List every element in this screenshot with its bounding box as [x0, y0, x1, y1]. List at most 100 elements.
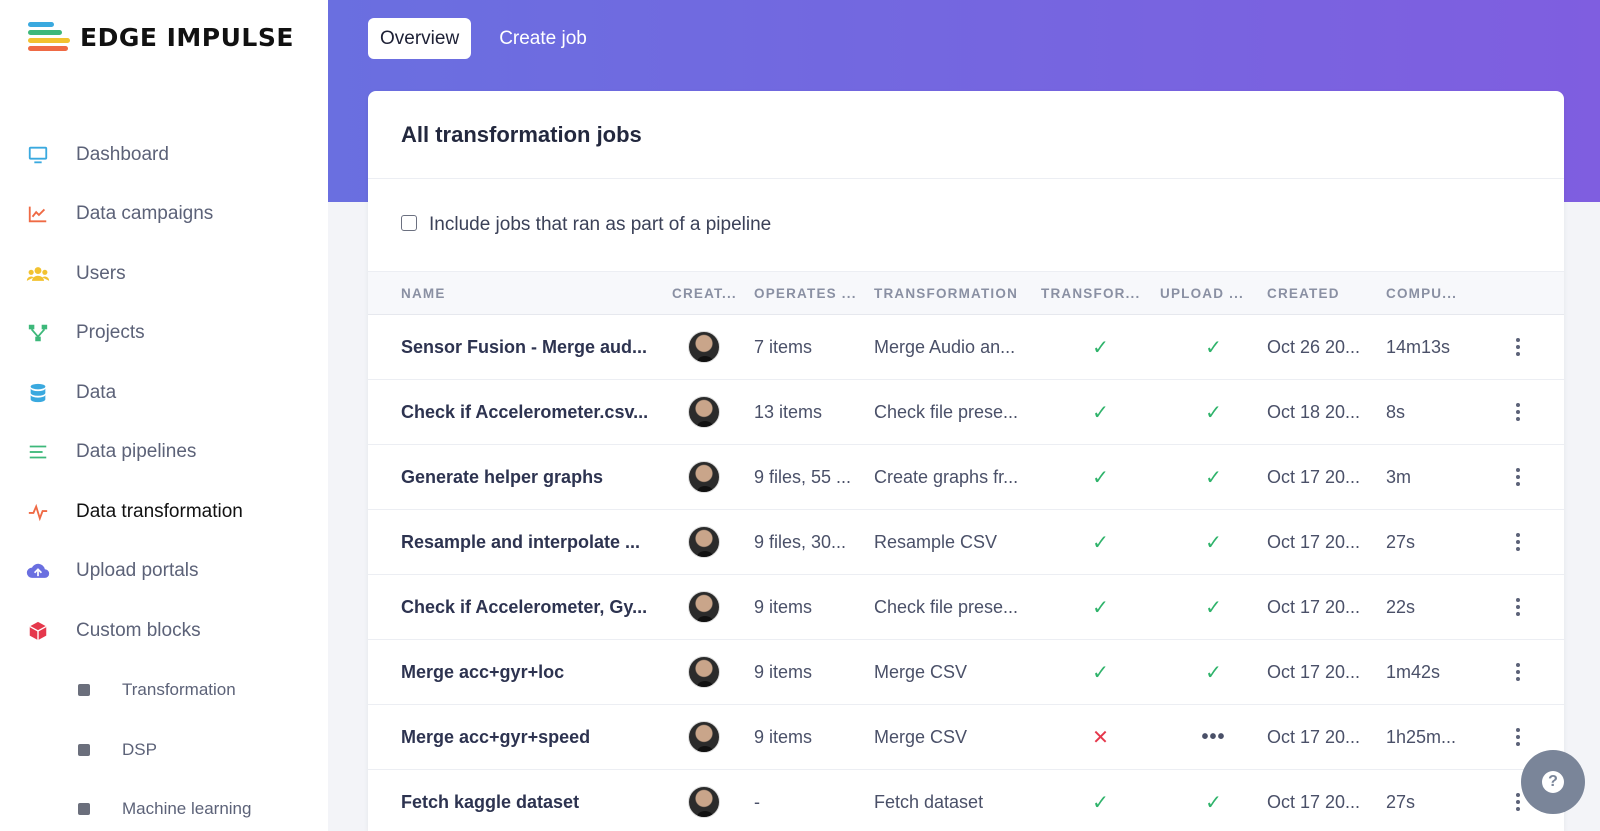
sidebar-subitem-transformation[interactable]: Transformation	[0, 661, 328, 721]
kebab-menu-icon[interactable]	[1508, 663, 1528, 681]
pipeline-filter-row: Include jobs that ran as part of a pipel…	[368, 179, 1564, 272]
upload-status-cell: ✓	[1160, 400, 1267, 425]
row-menu-cell	[1502, 728, 1542, 746]
job-name-link[interactable]: Merge acc+gyr+speed	[368, 727, 672, 748]
sidebar-item-data[interactable]: Data	[0, 363, 328, 423]
column-header[interactable]: COMPU...	[1386, 286, 1502, 301]
brand-logo[interactable]: EDGE IMPULSE	[28, 22, 294, 52]
job-name-link[interactable]: Merge acc+gyr+loc	[368, 662, 672, 683]
compute-time-cell: 3m	[1386, 466, 1412, 487]
job-name-link[interactable]: Check if Accelerometer.csv...	[368, 402, 672, 423]
card-title: All transformation jobs	[368, 91, 1564, 179]
sidebar-subitem-label: Machine learning	[122, 799, 252, 819]
sidebar-item-users[interactable]: Users	[0, 244, 328, 304]
transform-status-cell: ✓	[1041, 660, 1160, 685]
column-header[interactable]: UPLOAD ...	[1160, 286, 1267, 301]
pulse-icon	[26, 500, 50, 524]
kebab-menu-icon[interactable]	[1508, 598, 1528, 616]
transform-status-cell: ✓	[1041, 530, 1160, 555]
sidebar-item-projects[interactable]: Projects	[0, 304, 328, 364]
transformation-cell: Check file prese...	[874, 401, 1019, 422]
operates-on-cell: 9 items	[754, 661, 813, 682]
sidebar-item-dashboard[interactable]: Dashboard	[0, 125, 328, 185]
check-icon: ✓	[1092, 661, 1109, 684]
tab-create-job[interactable]: Create job	[487, 18, 599, 59]
column-header[interactable]: CREATED	[1267, 286, 1386, 301]
check-icon: ✓	[1205, 661, 1222, 684]
job-name-link[interactable]: Generate helper graphs	[368, 467, 672, 488]
operates-on-cell: 9 items	[754, 726, 813, 747]
job-name-link[interactable]: Fetch kaggle dataset	[368, 792, 672, 813]
include-pipeline-jobs-label[interactable]: Include jobs that ran as part of a pipel…	[429, 214, 771, 236]
kebab-menu-icon[interactable]	[1508, 403, 1528, 421]
table-row[interactable]: Merge acc+gyr+loc 9 items Merge CSV ✓ ✓ Oct 1…	[368, 640, 1564, 705]
sidebar-subitem-dsp[interactable]: DSP	[0, 720, 328, 780]
check-icon: ✓	[1205, 791, 1222, 814]
job-name-link[interactable]: Resample and interpolate ...	[368, 532, 672, 553]
kebab-menu-icon[interactable]	[1508, 728, 1528, 746]
sidebar-item-label: Custom blocks	[76, 619, 201, 641]
sidebar-item-label: Users	[76, 262, 126, 284]
upload-status-cell: ✓	[1160, 660, 1267, 685]
tab-overview[interactable]: Overview	[368, 18, 472, 59]
kebab-menu-icon[interactable]	[1508, 468, 1528, 486]
column-header[interactable]: TRANSFOR...	[1041, 286, 1160, 301]
sidebar-subitem-machine-learning[interactable]: Machine learning	[0, 780, 328, 831]
kebab-menu-icon[interactable]	[1508, 338, 1528, 356]
job-name-link[interactable]: Check if Accelerometer, Gy...	[368, 597, 672, 618]
more-dots-icon: •••	[1201, 725, 1226, 748]
creator-cell	[672, 461, 754, 493]
created-cell: Oct 17 20...	[1267, 531, 1361, 552]
operates-on-cell: 9 files, 55 ...	[754, 466, 852, 487]
brand-name: EDGE IMPULSE	[80, 22, 294, 52]
job-name-link[interactable]: Sensor Fusion - Merge aud...	[368, 337, 672, 358]
sidebar-item-label: Dashboard	[76, 143, 169, 165]
compute-time-cell: 1h25m...	[1386, 726, 1457, 747]
sidebar-nav: Dashboard Data campaigns Users Projects Data…	[0, 125, 328, 831]
cross-icon: ✕	[1092, 726, 1109, 749]
compute-time-cell: 8s	[1386, 401, 1406, 422]
avatar	[688, 461, 720, 493]
sidebar-item-data-campaigns[interactable]: Data campaigns	[0, 185, 328, 245]
column-header[interactable]: TRANSFORMATION	[874, 286, 1041, 301]
table-row[interactable]: Check if Accelerometer.csv... 13 items Che…	[368, 380, 1564, 445]
transformation-cell: Check file prese...	[874, 596, 1019, 617]
avatar	[688, 721, 720, 753]
created-cell: Oct 17 20...	[1267, 466, 1361, 487]
help-button[interactable]: ?	[1521, 750, 1585, 814]
line-chart-icon	[26, 202, 50, 226]
transform-status-cell: ✓	[1041, 790, 1160, 815]
sidebar-subitem-label: Transformation	[122, 680, 236, 700]
check-icon: ✓	[1092, 401, 1109, 424]
operates-on-cell: -	[754, 791, 760, 812]
column-header[interactable]: NAME	[368, 286, 672, 301]
creator-cell	[672, 396, 754, 428]
table-row[interactable]: Sensor Fusion - Merge aud... 7 items Merge…	[368, 315, 1564, 380]
sidebar-item-upload-portals[interactable]: Upload portals	[0, 542, 328, 602]
transformation-cell: Merge CSV	[874, 726, 968, 747]
transform-status-cell: ✓	[1041, 400, 1160, 425]
sidebar-item-custom-blocks[interactable]: Custom blocks	[0, 601, 328, 661]
row-menu-cell	[1502, 663, 1542, 681]
sidebar-item-data-pipelines[interactable]: Data pipelines	[0, 423, 328, 483]
table-row[interactable]: Resample and interpolate ... 9 files, 30.…	[368, 510, 1564, 575]
kebab-menu-icon[interactable]	[1508, 533, 1528, 551]
sidebar-item-label: Data pipelines	[76, 441, 197, 463]
compute-time-cell: 22s	[1386, 596, 1416, 617]
include-pipeline-jobs-checkbox[interactable]	[401, 215, 417, 231]
table-row[interactable]: Fetch kaggle dataset - Fetch dataset ✓ ✓ Oct …	[368, 770, 1564, 831]
operates-on-cell: 9 files, 30...	[754, 531, 847, 552]
table-header: NAME CREAT... OPERATES ... TRANSFORMATION TR…	[368, 272, 1564, 315]
created-cell: Oct 17 20...	[1267, 596, 1361, 617]
operates-on-cell: 9 items	[754, 596, 813, 617]
table-row[interactable]: Merge acc+gyr+speed 9 items Merge CSV ✕ ••• O…	[368, 705, 1564, 770]
creator-cell	[672, 331, 754, 363]
column-header[interactable]: OPERATES ...	[754, 286, 874, 301]
monitor-icon	[26, 143, 50, 167]
column-header[interactable]: CREAT...	[672, 286, 754, 301]
table-row[interactable]: Generate helper graphs 9 files, 55 ... Cre…	[368, 445, 1564, 510]
sidebar-item-data-transformation[interactable]: Data transformation	[0, 482, 328, 542]
pipeline-lines-icon	[26, 440, 50, 464]
table-row[interactable]: Check if Accelerometer, Gy... 9 items Chec…	[368, 575, 1564, 640]
edge-impulse-logo-icon	[28, 22, 72, 52]
